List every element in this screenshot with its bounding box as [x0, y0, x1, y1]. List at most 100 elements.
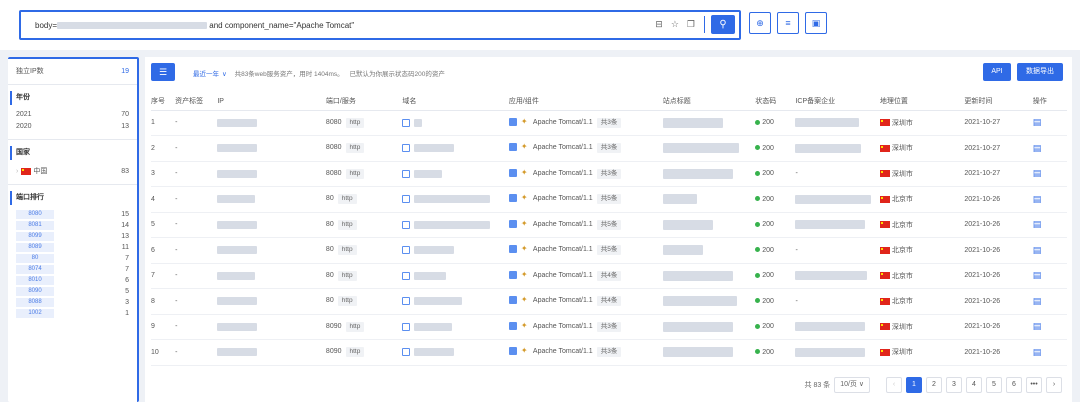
more-apps-badge[interactable]: 共3条 — [596, 321, 622, 332]
app-name[interactable]: Apache Tomcat/1.1 — [533, 246, 593, 253]
service-tag[interactable]: http — [345, 321, 365, 332]
detail-icon[interactable]: ▤ — [1033, 347, 1042, 357]
external-link-icon[interactable] — [402, 348, 411, 357]
chevron-down-icon[interactable]: ∨ — [222, 71, 227, 78]
external-link-icon[interactable] — [402, 297, 411, 306]
page-size-select[interactable]: 10/页 ∨ — [834, 377, 870, 393]
page-button[interactable]: 6 — [1006, 377, 1022, 393]
domain-cell[interactable] — [402, 288, 509, 315]
port-item[interactable]: 1002 1 — [8, 308, 137, 319]
copy-icon[interactable]: ❐ — [687, 19, 695, 30]
export-button[interactable]: 数据导出 — [1017, 63, 1063, 81]
ip-cell[interactable] — [217, 135, 326, 162]
more-apps-badge[interactable]: 共5条 — [596, 219, 622, 230]
detail-icon[interactable]: ▤ — [1033, 168, 1042, 178]
more-apps-badge[interactable]: 共5条 — [596, 194, 622, 205]
service-tag[interactable]: http — [337, 245, 357, 256]
service-tag[interactable]: http — [337, 194, 357, 205]
app-name[interactable]: Apache Tomcat/1.1 — [533, 119, 593, 126]
independent-ip-row[interactable]: 独立IP数 19 — [8, 66, 137, 78]
ip-cell[interactable] — [217, 212, 326, 238]
table-row[interactable]: 9- 8090 http ✦ Apache Tomcat/1.1 共3条 200 深圳市 202… — [151, 314, 1067, 340]
more-apps-badge[interactable]: 共4条 — [596, 270, 622, 281]
more-apps-badge[interactable]: 共5条 — [596, 245, 622, 256]
page-button[interactable]: 1 — [906, 377, 922, 393]
app-name[interactable]: Apache Tomcat/1.1 — [533, 297, 593, 304]
page-button[interactable]: 3 — [946, 377, 962, 393]
api-button[interactable]: API — [983, 63, 1011, 81]
table-row[interactable]: 4- 80 http ✦ Apache Tomcat/1.1 共5条 200 北京市 2021-… — [151, 186, 1067, 213]
page-button[interactable]: 2 — [926, 377, 942, 393]
app-name[interactable]: Apache Tomcat/1.1 — [533, 170, 593, 177]
detail-icon[interactable]: ▤ — [1033, 194, 1042, 204]
service-tag[interactable]: http — [345, 347, 365, 358]
table-row[interactable]: 7- 80 http ✦ Apache Tomcat/1.1 共4条 200 北京市 2021-… — [151, 263, 1067, 289]
ip-cell[interactable] — [217, 110, 326, 136]
app-name[interactable]: Apache Tomcat/1.1 — [533, 195, 593, 202]
detail-icon[interactable]: ▤ — [1033, 143, 1042, 153]
port-item[interactable]: 8081 14 — [8, 220, 137, 231]
port-item[interactable]: 8090 5 — [8, 286, 137, 297]
external-link-icon[interactable] — [402, 195, 411, 204]
ip-cell[interactable] — [217, 161, 326, 187]
page-button[interactable]: 5 — [986, 377, 1002, 393]
domain-cell[interactable] — [402, 135, 509, 162]
table-row[interactable]: 10- 8090 http ✦ Apache Tomcat/1.1 共3条 200 深圳市 20… — [151, 339, 1067, 366]
next-page-button[interactable]: › — [1046, 377, 1062, 393]
service-tag[interactable]: http — [337, 219, 357, 230]
ip-cell[interactable] — [217, 237, 326, 264]
port-item[interactable]: 8099 13 — [8, 231, 137, 242]
ip-cell[interactable] — [217, 288, 326, 315]
port-item[interactable]: 8088 3 — [8, 297, 137, 308]
external-link-icon[interactable] — [402, 169, 411, 178]
external-link-icon[interactable] — [402, 144, 411, 153]
service-tag[interactable]: http — [345, 143, 365, 154]
external-link-icon[interactable] — [402, 271, 411, 280]
star-icon[interactable]: ☆ — [671, 19, 679, 30]
service-tag[interactable]: http — [345, 117, 365, 128]
table-row[interactable]: 5- 80 http ✦ Apache Tomcat/1.1 共5条 200 北京市 2021-… — [151, 212, 1067, 238]
table-row[interactable]: 6-80 http ✦ Apache Tomcat/1.1 共5条 200- 北京市 2021… — [151, 237, 1067, 264]
app-name[interactable]: Apache Tomcat/1.1 — [533, 144, 593, 151]
external-link-icon[interactable] — [402, 322, 411, 331]
detail-icon[interactable]: ▤ — [1033, 219, 1042, 229]
ip-cell[interactable] — [217, 186, 326, 213]
domain-cell[interactable] — [402, 110, 509, 136]
external-link-icon[interactable] — [402, 118, 411, 127]
search-button[interactable]: ⚲ — [711, 15, 735, 34]
ip-cell[interactable] — [217, 339, 326, 366]
port-item[interactable]: 80 7 — [8, 253, 137, 264]
filter-search-button[interactable]: ≡ — [777, 12, 799, 34]
domain-cell[interactable] — [402, 339, 509, 366]
page-button[interactable]: 4 — [966, 377, 982, 393]
domain-cell[interactable] — [402, 237, 509, 264]
port-item[interactable]: 8074 7 — [8, 264, 137, 275]
port-item[interactable]: 8010 6 — [8, 275, 137, 286]
domain-cell[interactable] — [402, 314, 509, 340]
app-name[interactable]: Apache Tomcat/1.1 — [533, 323, 593, 330]
domain-cell[interactable] — [402, 161, 509, 187]
detail-icon[interactable]: ▤ — [1033, 270, 1042, 280]
table-row[interactable]: 3-8080 http ✦ Apache Tomcat/1.1 共3条 200- 深圳市 20… — [151, 161, 1067, 187]
table-row[interactable]: 2- 8080 http ✦ Apache Tomcat/1.1 共3条 200 深圳市 202… — [151, 135, 1067, 162]
time-range-select[interactable]: 最近一年 — [193, 71, 219, 78]
more-apps-badge[interactable]: 共3条 — [596, 168, 622, 179]
service-tag[interactable]: http — [345, 168, 365, 179]
ip-cell[interactable] — [217, 314, 326, 340]
detail-icon[interactable]: ▤ — [1033, 117, 1042, 127]
app-name[interactable]: Apache Tomcat/1.1 — [533, 272, 593, 279]
lock-icon[interactable]: ⊟ — [655, 19, 663, 30]
expand-icon[interactable]: › — [16, 168, 18, 175]
search-query[interactable]: body= and component_name="Apache Tomcat" — [35, 21, 354, 30]
detail-icon[interactable]: ▤ — [1033, 296, 1042, 306]
more-apps-badge[interactable]: 共3条 — [596, 143, 622, 154]
external-link-icon[interactable] — [402, 220, 411, 229]
external-link-icon[interactable] — [402, 246, 411, 255]
app-name[interactable]: Apache Tomcat/1.1 — [533, 221, 593, 228]
prev-page-button[interactable]: ‹ — [886, 377, 902, 393]
search-box[interactable]: body= and component_name="Apache Tomcat"… — [19, 10, 741, 40]
domain-cell[interactable] — [402, 212, 509, 238]
port-item[interactable]: 8089 11 — [8, 242, 137, 253]
list-view-button[interactable]: ☰ — [151, 63, 175, 81]
more-apps-badge[interactable]: 共4条 — [596, 296, 622, 307]
